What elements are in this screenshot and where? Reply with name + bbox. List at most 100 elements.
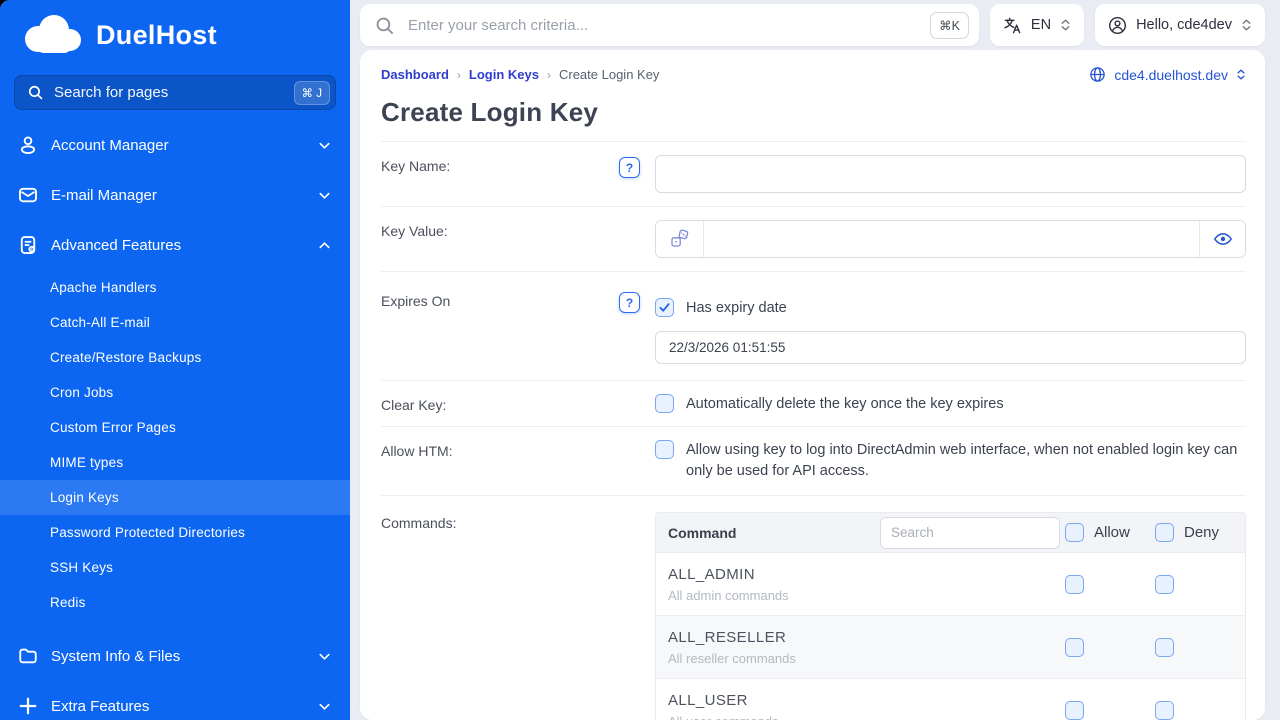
all-reseller-deny-checkbox[interactable] <box>1155 638 1174 657</box>
key-name-help-icon[interactable]: ? <box>619 157 640 178</box>
page-title: Create Login Key <box>381 97 1246 128</box>
table-row-all-reseller: ALL_RESELLER All reseller commands <box>656 616 1245 679</box>
global-search-shortcut: ⌘K <box>930 12 969 39</box>
globe-icon <box>1089 66 1106 83</box>
sidebar-subitem-mime-types[interactable]: MIME types <box>0 445 350 480</box>
breadcrumb-login-keys[interactable]: Login Keys <box>469 67 539 82</box>
command-name: ALL_ADMIN <box>668 566 1065 583</box>
user-circle-icon <box>1108 16 1127 35</box>
sidebar: DuelHost ⌘ J Account Manager <box>0 0 350 720</box>
user-icon <box>18 135 38 155</box>
sort-chevrons-icon <box>1241 18 1252 32</box>
sidebar-subitem-catch-all-email[interactable]: Catch-All E-mail <box>0 305 350 340</box>
sidebar-item-system-info-files[interactable]: System Info & Files <box>0 631 350 681</box>
dice-icon <box>669 228 691 250</box>
language-selector[interactable]: EN <box>990 4 1084 46</box>
reveal-key-button[interactable] <box>1199 221 1245 257</box>
user-menu[interactable]: Hello, cde4dev <box>1095 4 1265 46</box>
file-gear-icon <box>18 235 38 255</box>
sidebar-subitem-ssh-keys[interactable]: SSH Keys <box>0 550 350 585</box>
all-reseller-allow-checkbox[interactable] <box>1065 638 1084 657</box>
domain-selector[interactable]: cde4.duelhost.dev <box>1089 66 1246 83</box>
all-user-deny-checkbox[interactable] <box>1155 701 1174 720</box>
clear-key-checkbox-label: Automatically delete the key once the ke… <box>686 396 1004 412</box>
global-search-input[interactable] <box>408 17 917 34</box>
allow-htm-checkbox-label: Allow using key to log into DirectAdmin … <box>686 440 1246 482</box>
allow-htm-checkbox[interactable] <box>655 440 674 459</box>
expires-on-row: Expires On ? Has expiry date <box>381 272 1246 381</box>
sidebar-item-extra-features[interactable]: Extra Features <box>0 681 350 720</box>
breadcrumb-separator: › <box>547 68 551 82</box>
key-value-row: Key Value: <box>381 207 1246 272</box>
key-value-label: Key Value: <box>381 220 619 258</box>
key-value-input[interactable] <box>704 221 1199 257</box>
command-name: ALL_RESELLER <box>668 629 1065 646</box>
all-user-allow-checkbox[interactable] <box>1065 701 1084 720</box>
main-area: ⌘K EN <box>350 0 1280 720</box>
table-row-all-user: ALL_USER All user commands <box>656 679 1245 720</box>
command-description: All reseller commands <box>668 651 1065 666</box>
chevron-up-icon <box>317 238 332 253</box>
brand-logo[interactable]: DuelHost <box>0 0 350 69</box>
key-name-label: Key Name: <box>381 155 619 193</box>
commands-search-input[interactable] <box>880 517 1060 549</box>
commands-table-header: Command Allow Deny <box>656 513 1245 553</box>
generate-key-button[interactable] <box>656 221 704 257</box>
commands-row: Commands: Command Allow <box>381 496 1246 720</box>
sidebar-subitem-create-restore-backups[interactable]: Create/Restore Backups <box>0 340 350 375</box>
cloud-logo-icon <box>16 10 88 61</box>
allow-all-checkbox[interactable] <box>1065 523 1084 542</box>
command-name: ALL_USER <box>668 692 1065 709</box>
advanced-features-submenu: Apache Handlers Catch-All E-mail Create/… <box>0 270 350 620</box>
eye-icon <box>1213 229 1233 249</box>
allow-htm-row: Allow HTM: Allow using key to log into D… <box>381 427 1246 496</box>
mail-icon <box>18 185 38 205</box>
user-greeting: Hello, cde4dev <box>1136 17 1232 33</box>
all-admin-allow-checkbox[interactable] <box>1065 575 1084 594</box>
all-admin-deny-checkbox[interactable] <box>1155 575 1174 594</box>
sort-chevrons-icon <box>1236 68 1246 81</box>
sidebar-item-label: E-mail Manager <box>51 187 304 204</box>
content-card: Dashboard › Login Keys › Create Login Ke… <box>360 50 1265 720</box>
sidebar-search[interactable]: ⌘ J <box>14 75 336 110</box>
sidebar-item-label: Advanced Features <box>51 237 304 254</box>
deny-all-checkbox[interactable] <box>1155 523 1174 542</box>
sidebar-item-advanced-features[interactable]: Advanced Features <box>0 220 350 270</box>
chevron-down-icon <box>317 699 332 714</box>
expires-on-help-icon[interactable]: ? <box>619 292 640 313</box>
create-login-key-form: Key Name: ? Key Value: <box>381 141 1246 720</box>
breadcrumb-separator: › <box>457 68 461 82</box>
search-icon <box>374 15 395 36</box>
deny-column-header: Deny <box>1184 524 1219 541</box>
sidebar-subitem-login-keys[interactable]: Login Keys <box>0 480 350 515</box>
allow-column-header: Allow <box>1094 524 1130 541</box>
sidebar-subitem-password-protected-directories[interactable]: Password Protected Directories <box>0 515 350 550</box>
chevron-down-icon <box>317 188 332 203</box>
domain-value: cde4.duelhost.dev <box>1114 67 1228 83</box>
sidebar-search-input[interactable] <box>54 84 284 101</box>
clear-key-checkbox[interactable] <box>655 394 674 413</box>
global-search[interactable]: ⌘K <box>360 4 979 46</box>
key-name-row: Key Name: ? <box>381 142 1246 207</box>
has-expiry-date-checkbox[interactable] <box>655 298 674 317</box>
table-row-all-admin: ALL_ADMIN All admin commands <box>656 553 1245 616</box>
has-expiry-date-label: Has expiry date <box>686 300 787 316</box>
brand-name: DuelHost <box>96 20 217 51</box>
sidebar-subitem-custom-error-pages[interactable]: Custom Error Pages <box>0 410 350 445</box>
breadcrumb: Dashboard › Login Keys › Create Login Ke… <box>381 67 659 82</box>
key-name-input[interactable] <box>655 155 1246 193</box>
sidebar-item-email-manager[interactable]: E-mail Manager <box>0 170 350 220</box>
folder-icon <box>18 646 38 666</box>
sidebar-subitem-redis[interactable]: Redis <box>0 585 350 620</box>
sidebar-subitem-apache-handlers[interactable]: Apache Handlers <box>0 270 350 305</box>
sidebar-subitem-cron-jobs[interactable]: Cron Jobs <box>0 375 350 410</box>
allow-htm-label: Allow HTM: <box>381 440 619 482</box>
command-description: All admin commands <box>668 588 1065 603</box>
clear-key-label: Clear Key: <box>381 394 619 413</box>
sidebar-item-account-manager[interactable]: Account Manager <box>0 120 350 170</box>
chevron-down-icon <box>317 649 332 664</box>
language-label: EN <box>1031 17 1051 33</box>
sidebar-item-label: System Info & Files <box>51 648 304 665</box>
expiry-date-input[interactable] <box>655 331 1246 364</box>
breadcrumb-dashboard[interactable]: Dashboard <box>381 67 449 82</box>
